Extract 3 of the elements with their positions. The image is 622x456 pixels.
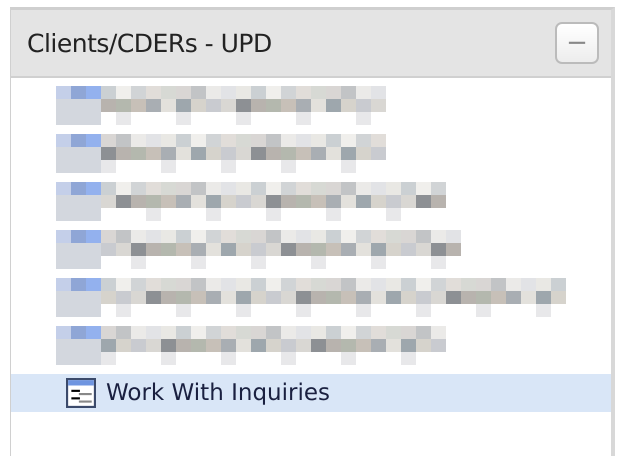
window-list-icon — [66, 378, 96, 408]
nav-item[interactable]: Work With Inquiries — [11, 374, 611, 412]
panel-title: Clients/CDERs - UPD — [27, 28, 272, 58]
